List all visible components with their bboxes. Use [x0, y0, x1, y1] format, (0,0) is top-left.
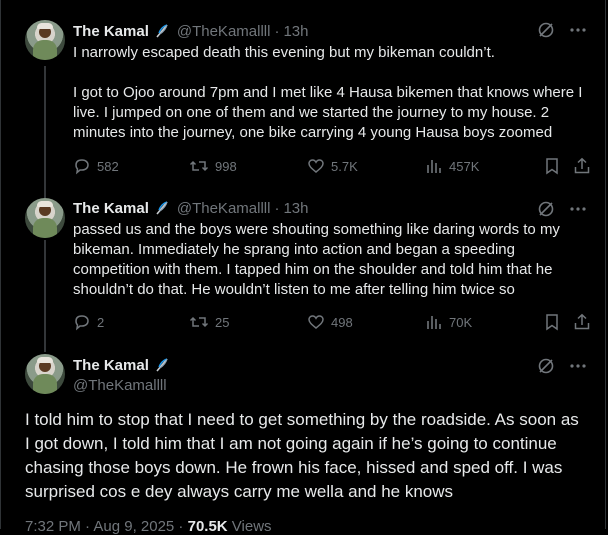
repost-button[interactable]: 998 — [189, 156, 237, 176]
view-count: 70K — [449, 314, 473, 330]
focused-tweet[interactable]: The Kamal @TheKamallll I told him to sto… — [1, 342, 607, 529]
tweet-time[interactable]: 13h — [283, 23, 308, 40]
author-handle[interactable]: @TheKamallll — [177, 23, 271, 40]
bookmark-icon — [543, 313, 561, 331]
bookmark-button[interactable] — [543, 156, 561, 176]
author-name[interactable]: The Kamal — [73, 200, 149, 217]
reply-count: 2 — [97, 314, 105, 330]
grok-icon[interactable] — [537, 357, 555, 375]
quill-badge-icon — [153, 199, 171, 217]
tweet-paragraph: passed us and the boys were shouting som… — [73, 221, 560, 298]
repost-icon — [189, 313, 209, 331]
separator-dot: · — [274, 199, 280, 217]
avatar[interactable] — [25, 20, 65, 60]
reply-count: 582 — [97, 158, 119, 174]
post-timestamp[interactable]: 7:32 PM · Aug 9, 2025 · — [25, 518, 188, 535]
like-button[interactable]: 498 — [307, 312, 353, 332]
share-icon — [573, 313, 591, 331]
views-label: Views — [227, 518, 272, 535]
bookmark-icon — [543, 157, 561, 175]
like-count: 5.7K — [331, 158, 358, 174]
reply-button[interactable]: 2 — [73, 312, 104, 332]
thread-tweet-1[interactable]: The Kamal @TheKamallll · 13h I narrowly … — [1, 0, 607, 200]
repost-button[interactable]: 25 — [189, 312, 229, 332]
focused-tweet-text: I told him to stop that I need to get so… — [25, 408, 585, 504]
views-button[interactable]: 70K — [425, 312, 472, 332]
share-button[interactable] — [573, 312, 591, 332]
more-options-icon[interactable] — [569, 357, 587, 375]
views-button[interactable]: 457K — [425, 156, 479, 176]
views-chart-icon — [425, 157, 443, 175]
quill-badge-icon — [153, 22, 171, 40]
reply-icon — [73, 157, 91, 175]
quill-badge-icon — [153, 356, 171, 374]
heart-icon — [307, 313, 325, 331]
tweet-actions: 2 25 498 70K — [73, 312, 591, 332]
repost-count: 998 — [215, 158, 237, 174]
thread-connector-line — [44, 240, 46, 352]
grok-icon[interactable] — [537, 200, 555, 218]
author-name[interactable]: The Kamal — [73, 23, 149, 40]
author-handle[interactable]: @TheKamallll — [177, 200, 271, 217]
more-options-icon[interactable] — [569, 200, 587, 218]
more-options-icon[interactable] — [569, 21, 587, 39]
timeline-column: The Kamal @TheKamallll · 13h I narrowly … — [0, 0, 607, 535]
tweet-metadata: 7:32 PM · Aug 9, 2025 · 70.5K Views — [25, 518, 272, 535]
thread-tweet-2[interactable]: The Kamal @TheKamallll · 13h passed us a… — [1, 192, 607, 352]
tweet-text: passed us and the boys were shouting som… — [73, 220, 583, 300]
repost-icon — [189, 157, 209, 175]
separator-dot: · — [274, 22, 280, 40]
tweet-paragraph: I got to Ojoo around 7pm and I met like … — [73, 84, 583, 141]
grok-icon[interactable] — [537, 21, 555, 39]
bookmark-button[interactable] — [543, 312, 561, 332]
like-count: 498 — [331, 314, 353, 330]
tweet-paragraph: I told him to stop that I need to get so… — [25, 410, 579, 501]
tweet-paragraph: I narrowly escaped death this evening bu… — [73, 44, 495, 61]
author-handle[interactable]: @TheKamallll — [73, 377, 167, 394]
reply-icon — [73, 313, 91, 331]
avatar[interactable] — [25, 198, 65, 238]
tweet-text: I narrowly escaped death this evening bu… — [73, 43, 583, 143]
tweet-actions: 582 998 5.7K 457K — [73, 156, 591, 176]
thread-connector-line — [44, 66, 46, 200]
views-chart-icon — [425, 313, 443, 331]
view-count: 457K — [449, 158, 480, 174]
tweet-time[interactable]: 13h — [283, 200, 308, 217]
heart-icon — [307, 157, 325, 175]
author-name[interactable]: The Kamal — [73, 357, 149, 374]
repost-count: 25 — [215, 314, 230, 330]
share-button[interactable] — [573, 156, 591, 176]
share-icon — [573, 157, 591, 175]
like-button[interactable]: 5.7K — [307, 156, 358, 176]
avatar[interactable] — [25, 354, 65, 394]
view-total: 70.5K — [187, 518, 228, 535]
reply-button[interactable]: 582 — [73, 156, 119, 176]
